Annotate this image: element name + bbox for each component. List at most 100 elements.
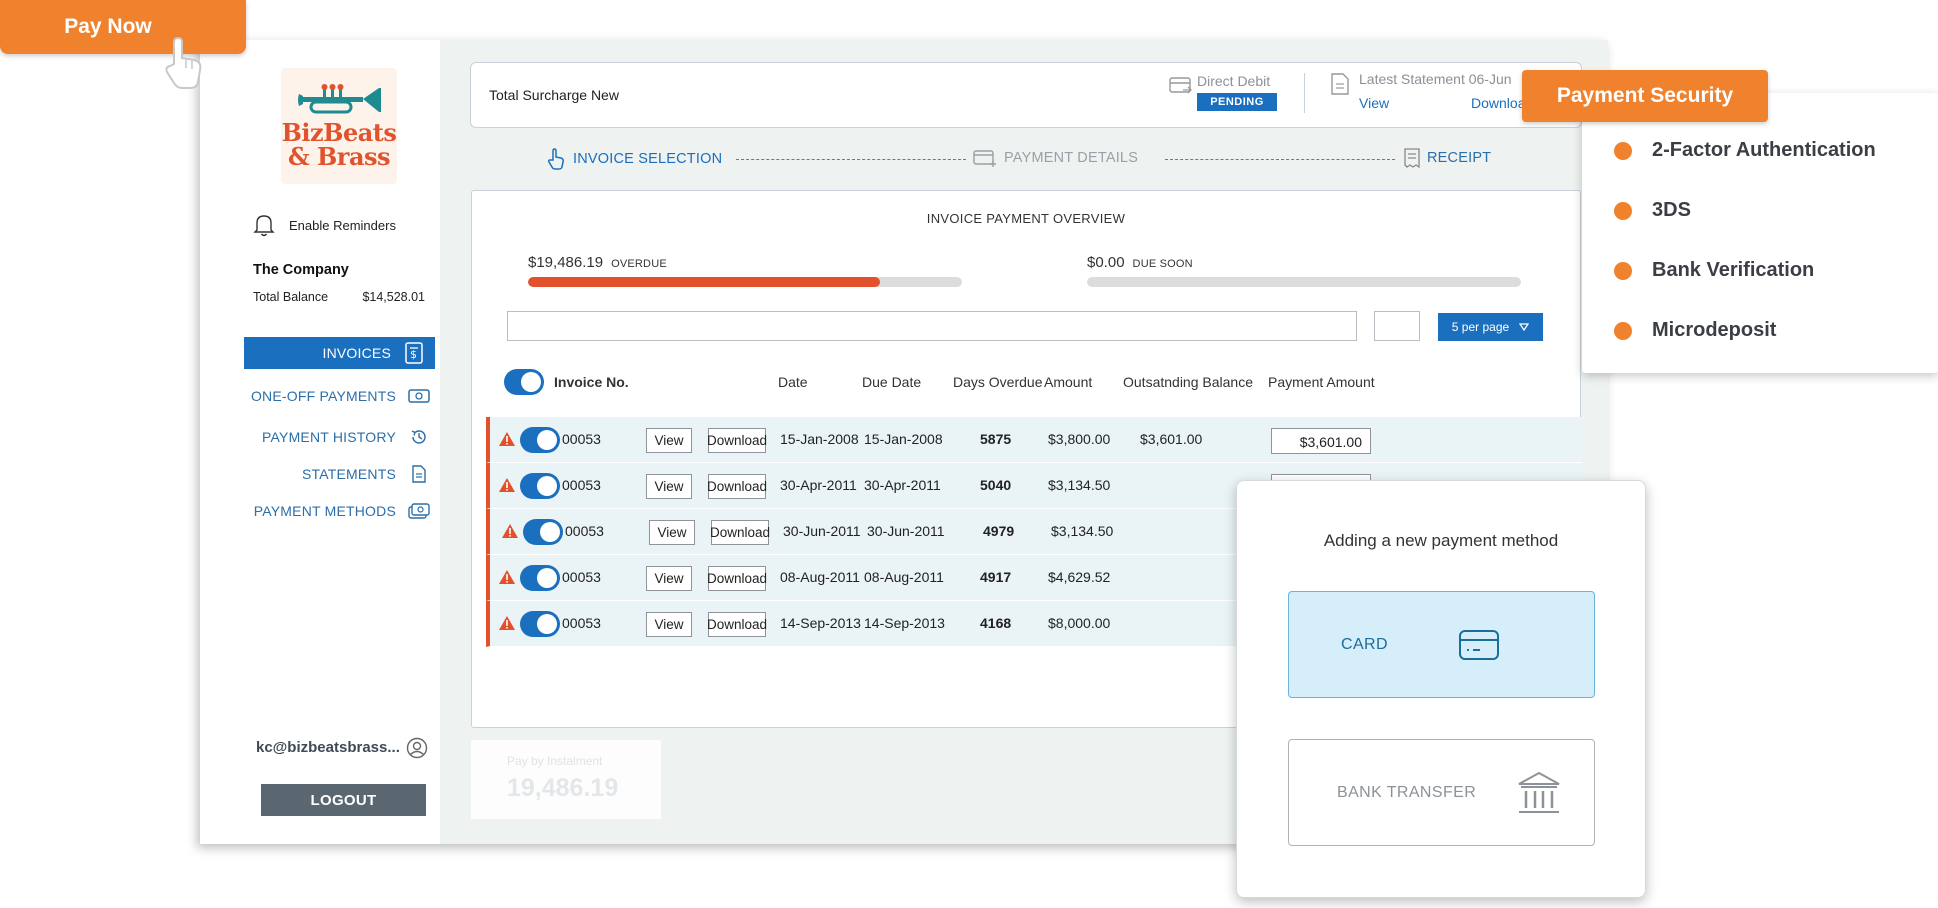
security-item: Bank Verification — [1614, 259, 1814, 282]
outstanding-balance: $3,601.00 — [1140, 431, 1203, 447]
view-button[interactable]: View — [646, 566, 692, 591]
days-overdue: 4917 — [980, 569, 1012, 585]
step-label: RECEIPT — [1427, 150, 1492, 166]
sidebar-item-one-off-payments[interactable]: ONE-OFF PAYMENTS — [251, 385, 430, 407]
sidebar-item-invoices[interactable]: INVOICES $ — [244, 337, 435, 369]
days-overdue: 4979 — [983, 523, 1015, 539]
invoice-amount: $3,134.50 — [1051, 523, 1114, 539]
latest-statement-label: Latest Statement 06-Jun — [1359, 71, 1512, 87]
bank-transfer-option-button[interactable]: BANK TRANSFER — [1288, 739, 1595, 846]
hand-cursor-icon — [165, 36, 202, 89]
pay-by-instalment-card[interactable]: Pay by Instalment 19,486.19 — [471, 740, 661, 819]
direct-debit-icon — [1169, 77, 1192, 94]
logout-button[interactable]: LOGOUT — [261, 784, 426, 816]
progress-stepper: INVOICE SELECTION PAYMENT DETAILS RECEIP… — [540, 148, 1500, 170]
company-logo: BizBeats & Brass — [281, 68, 397, 184]
invoice-date: 30-Jun-2011 — [783, 523, 861, 539]
overdue-amount: $19,486.19 — [528, 254, 604, 271]
warning-icon — [502, 524, 518, 538]
security-item: Microdeposit — [1614, 319, 1776, 342]
invoice-icon: $ — [403, 342, 425, 364]
overview-title: INVOICE PAYMENT OVERVIEW — [926, 211, 1126, 226]
reminders-label: Enable Reminders — [289, 217, 396, 233]
cash-icon — [408, 385, 430, 407]
bank-icon — [1518, 771, 1560, 813]
row-select-toggle[interactable] — [520, 473, 560, 499]
sidebar-item-payment-methods[interactable]: PAYMENT METHODS — [254, 500, 430, 522]
security-item-label: Microdeposit — [1652, 319, 1777, 341]
surcharge-summary-card: Total Surcharge New Direct Debit PENDING… — [470, 62, 1582, 128]
invoice-number: 00053 — [562, 569, 601, 585]
view-button[interactable]: View — [649, 520, 695, 545]
column-header: Date — [778, 374, 808, 390]
enable-reminders[interactable]: Enable Reminders — [253, 213, 396, 237]
row-select-toggle[interactable] — [520, 427, 560, 453]
warning-icon — [499, 432, 515, 446]
column-header: Amount — [1044, 374, 1093, 390]
download-button[interactable]: Download — [710, 520, 770, 545]
bank-transfer-label: BANK TRANSFER — [1337, 783, 1477, 801]
document-icon — [408, 463, 430, 485]
view-button[interactable]: View — [646, 474, 692, 499]
sidebar-item-statements[interactable]: STATEMENTS — [302, 463, 430, 485]
download-button[interactable]: Download — [707, 566, 767, 591]
statement-download-link[interactable]: Downloa — [1471, 95, 1525, 111]
step-payment-details: PAYMENT DETAILS — [973, 148, 1138, 168]
bullet-dot — [1614, 321, 1632, 340]
svg-text:$: $ — [410, 348, 417, 361]
invoice-date: 14-Sep-2013 — [780, 615, 861, 631]
due-soon-amount: $0.00 — [1087, 254, 1125, 271]
sidebar-item-payment-history[interactable]: PAYMENT HISTORY — [262, 426, 430, 448]
select-all-toggle[interactable] — [504, 369, 544, 395]
trumpet-icon — [298, 84, 381, 114]
invoice-number: 00053 — [562, 431, 601, 447]
search-input[interactable] — [507, 311, 1357, 341]
column-header: Outsatnding Balance — [1123, 374, 1253, 390]
security-item: 2-Factor Authentication — [1614, 139, 1876, 162]
hand-pointer-icon — [547, 148, 564, 170]
status-badge: PENDING — [1197, 93, 1277, 111]
table-header: Invoice No. Date Due Date Days Overdue A… — [472, 367, 1582, 397]
statement-view-link[interactable]: View — [1359, 95, 1389, 111]
due-date: 30-Jun-2011 — [867, 523, 945, 539]
sidebar: BizBeats & Brass Enable Reminders The Co… — [213, 40, 439, 844]
card-add-icon — [973, 150, 996, 167]
due-date: 30-Apr-2011 — [864, 477, 941, 493]
column-header: Due Date — [862, 374, 922, 390]
days-overdue: 4168 — [980, 615, 1012, 631]
page-number-input[interactable] — [1374, 311, 1420, 341]
due-date: 14-Sep-2013 — [864, 615, 945, 631]
receipt-icon — [1404, 148, 1420, 168]
warning-icon — [499, 616, 515, 630]
view-button[interactable]: View — [646, 612, 692, 637]
history-icon — [408, 426, 430, 448]
download-button[interactable]: Download — [707, 428, 767, 453]
invoice-amount: $3,134.50 — [1048, 477, 1111, 493]
due-soon-stat: $0.00 DUE SOON — [1087, 254, 1193, 271]
due-soon-progress-bar — [1087, 277, 1521, 287]
per-page-dropdown[interactable]: 5 per page — [1438, 313, 1543, 341]
invoice-amount: $4,629.52 — [1048, 569, 1111, 585]
row-select-toggle[interactable] — [523, 519, 563, 545]
user-avatar-icon[interactable] — [406, 737, 428, 759]
row-select-toggle[interactable] — [520, 611, 560, 637]
invoice-number: 00053 — [562, 615, 601, 631]
view-button[interactable]: View — [646, 428, 692, 453]
user-email[interactable]: kc@bizbeatsbrass... — [256, 739, 400, 756]
credit-card-icon — [1458, 629, 1499, 660]
step-invoice-selection[interactable]: INVOICE SELECTION — [546, 148, 722, 170]
sidebar-item-label: PAYMENT METHODS — [253, 503, 396, 519]
row-select-toggle[interactable] — [520, 565, 560, 591]
due-soon-label: DUE SOON — [1132, 258, 1193, 270]
payment-method-title: Adding a new payment method — [1323, 531, 1559, 550]
pay-now-button[interactable]: Pay Now — [0, 0, 246, 54]
download-button[interactable]: Download — [707, 612, 767, 637]
card-option-button[interactable]: CARD — [1288, 591, 1595, 698]
security-item-label: 3DS — [1652, 199, 1691, 221]
step-connector — [736, 159, 966, 160]
download-button[interactable]: Download — [707, 474, 767, 499]
direct-debit-label: Direct Debit — [1197, 73, 1271, 89]
add-payment-method-panel: Adding a new payment method CARD BANK TR… — [1236, 480, 1646, 898]
payment-amount-input[interactable]: $3,601.00 — [1271, 428, 1371, 454]
due-date: 08-Aug-2011 — [864, 569, 944, 585]
